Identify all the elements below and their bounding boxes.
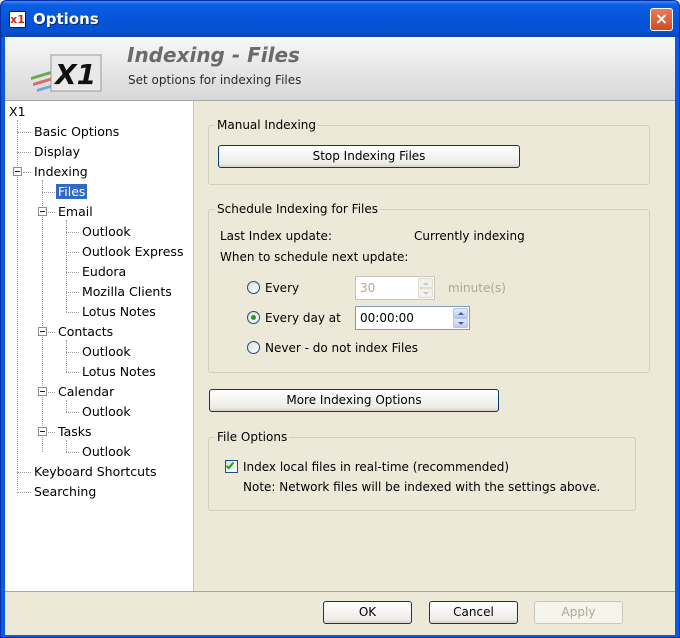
tree-line: [48, 392, 55, 393]
file-options-legend: File Options: [215, 430, 290, 444]
last-update-value: Currently indexing: [414, 229, 525, 243]
title-bar[interactable]: x1 Options ×: [1, 1, 679, 37]
tree-line: [17, 152, 31, 153]
tree-line: [66, 440, 67, 452]
tree-line: [48, 212, 55, 213]
time-up-icon[interactable]: [453, 308, 468, 318]
manual-indexing-group: Manual Indexing Stop Indexing Files: [208, 118, 650, 185]
dialog-footer: OK Cancel Apply: [5, 591, 675, 635]
tree-line: [66, 252, 79, 253]
spin-down-icon: [418, 288, 433, 298]
check-icon: [225, 460, 235, 470]
never-radio[interactable]: [247, 341, 260, 354]
never-label[interactable]: Never - do not index Files: [265, 340, 418, 356]
stop-indexing-button[interactable]: Stop Indexing Files: [218, 145, 520, 168]
tree-item-contacts-outlook[interactable]: Outlook: [82, 343, 131, 360]
tree-line: [42, 192, 55, 193]
tree-line: [42, 180, 43, 452]
tree-item-contacts[interactable]: Contacts: [58, 323, 113, 340]
last-update-label: Last Index update:: [220, 229, 332, 243]
x1-logo-icon: X1: [31, 54, 102, 92]
minutes-spinner: 30: [355, 276, 435, 300]
page-subtitle: Set options for indexing Files: [128, 73, 302, 87]
collapse-indexing-icon[interactable]: [13, 167, 22, 176]
dialog-client: X1 Indexing - Files Set options for inde…: [5, 37, 675, 635]
page-header: X1 Indexing - Files Set options for inde…: [5, 37, 675, 101]
schedule-when-label: When to schedule next update:: [220, 250, 409, 264]
tree-item-tasks[interactable]: Tasks: [58, 423, 92, 440]
tree-line: [66, 340, 67, 372]
realtime-checkbox[interactable]: [225, 460, 238, 473]
tree-item-indexing[interactable]: Indexing: [34, 163, 88, 180]
every-day-radio[interactable]: [247, 311, 260, 324]
file-options-group: File Options Index local files in real-t…: [208, 430, 636, 511]
daily-time-value: 00:00:00: [360, 311, 414, 325]
manual-indexing-legend: Manual Indexing: [215, 118, 319, 132]
options-window: x1 Options × X1 Indexing - Files Set opt…: [0, 0, 680, 638]
tree-line: [17, 472, 31, 473]
tree-line: [48, 332, 55, 333]
tree-item-files[interactable]: Files: [56, 183, 88, 200]
tree-item-display[interactable]: Display: [34, 143, 80, 160]
tree-line: [66, 232, 79, 233]
tree-root[interactable]: X1: [9, 103, 26, 120]
tree-line: [66, 352, 79, 353]
tree-item-email-outlook-express[interactable]: Outlook Express: [82, 243, 183, 260]
time-down-icon[interactable]: [453, 318, 468, 328]
tree-item-calendar[interactable]: Calendar: [58, 383, 114, 400]
cancel-button[interactable]: Cancel: [429, 601, 518, 624]
tree-line: [66, 220, 67, 312]
tree-item-keyboard-shortcuts[interactable]: Keyboard Shortcuts: [34, 463, 157, 480]
tree-line: [66, 412, 79, 413]
every-minutes-label[interactable]: Every: [265, 280, 299, 296]
tree-item-email-eudora[interactable]: Eudora: [82, 263, 126, 280]
tree-item-email[interactable]: Email: [58, 203, 93, 220]
network-note: Note: Network files will be indexed with…: [243, 480, 601, 494]
tree-item-email-mozilla[interactable]: Mozilla Clients: [82, 283, 172, 300]
minutes-unit-label: minute(s): [448, 281, 506, 295]
tree-item-tasks-outlook[interactable]: Outlook: [82, 443, 131, 460]
tree-line: [66, 292, 79, 293]
tree-item-email-outlook[interactable]: Outlook: [82, 223, 131, 240]
realtime-label[interactable]: Index local files in real-time (recommen…: [243, 459, 509, 475]
svg-text:X1: X1: [53, 58, 96, 91]
collapse-email-icon[interactable]: [38, 207, 47, 216]
tree-line: [23, 172, 31, 173]
tree-line: [66, 372, 79, 373]
every-minutes-radio[interactable]: [247, 281, 260, 294]
window-title: Options: [33, 10, 99, 28]
every-day-label[interactable]: Every day at: [265, 310, 341, 326]
settings-panel: Manual Indexing Stop Indexing Files Sche…: [194, 101, 675, 591]
close-button[interactable]: ×: [650, 8, 673, 31]
tree-line: [48, 432, 55, 433]
options-tree[interactable]: X1 Basic Options Display Indexing Files …: [5, 101, 194, 591]
tree-item-email-lotus[interactable]: Lotus Notes: [82, 303, 156, 320]
minutes-value: 30: [360, 281, 376, 295]
ok-button[interactable]: OK: [323, 601, 412, 624]
schedule-legend: Schedule Indexing for Files: [215, 202, 381, 216]
more-indexing-options-button[interactable]: More Indexing Options: [209, 389, 499, 412]
tree-item-calendar-outlook[interactable]: Outlook: [82, 403, 131, 420]
tree-item-basic-options[interactable]: Basic Options: [34, 123, 119, 140]
tree-line: [66, 272, 79, 273]
apply-button: Apply: [534, 601, 623, 624]
tree-item-contacts-lotus[interactable]: Lotus Notes: [82, 363, 156, 380]
spin-up-icon: [418, 278, 433, 288]
tree-item-searching[interactable]: Searching: [34, 483, 96, 500]
schedule-group: Schedule Indexing for Files Last Index u…: [208, 202, 650, 373]
app-icon: x1: [9, 11, 26, 28]
collapse-contacts-icon[interactable]: [38, 327, 47, 336]
tree-line: [66, 312, 79, 313]
daily-time-spinner[interactable]: 00:00:00: [355, 306, 470, 330]
collapse-calendar-icon[interactable]: [38, 387, 47, 396]
page-title: Indexing - Files: [127, 43, 300, 67]
tree-line: [66, 452, 79, 453]
tree-line: [17, 132, 31, 133]
tree-line: [66, 400, 67, 412]
tree-line: [17, 492, 31, 493]
collapse-tasks-icon[interactable]: [38, 427, 47, 436]
